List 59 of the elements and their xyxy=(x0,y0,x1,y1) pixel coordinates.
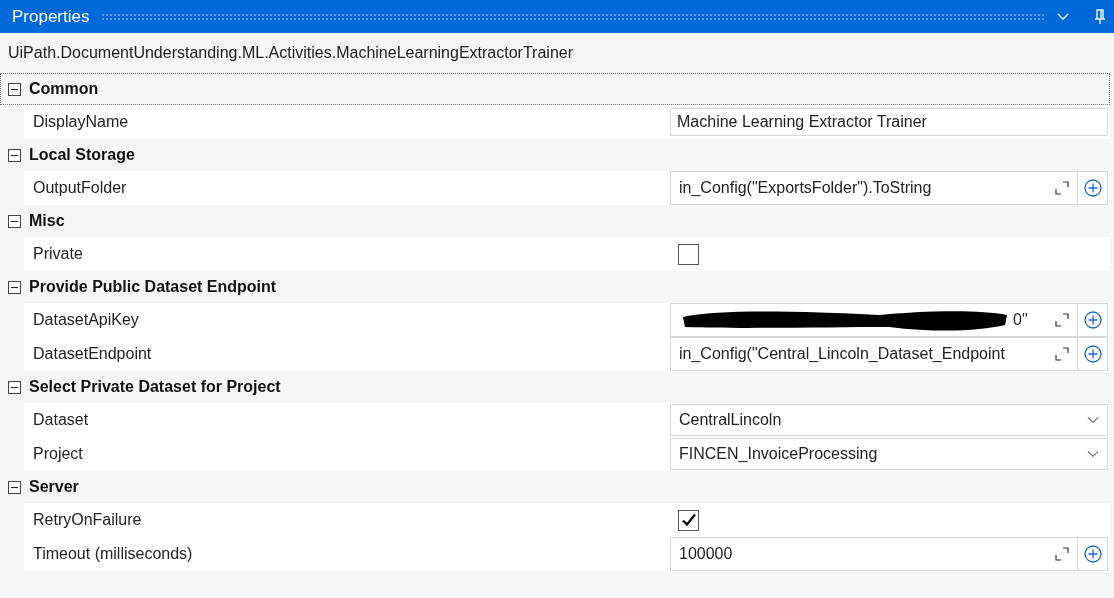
add-button[interactable] xyxy=(1078,337,1108,371)
plus-circle-icon xyxy=(1083,179,1102,197)
property-name: DatasetApiKey xyxy=(32,310,140,330)
dropdown[interactable]: FINCEN_InvoiceProcessing xyxy=(670,438,1108,470)
expression-field[interactable]: 100000 xyxy=(670,537,1078,571)
minus-box-icon[interactable] xyxy=(8,214,21,228)
field-value: in_Config("Central_Lincoln_Dataset_Endpoint xyxy=(679,344,1005,364)
property-name: Timeout (milliseconds) xyxy=(32,544,194,564)
category-header[interactable]: Local Storage xyxy=(0,139,1110,171)
expression-field[interactable]: 0" xyxy=(670,303,1078,337)
category-header[interactable]: Provide Public Dataset Endpoint xyxy=(0,271,1110,303)
expression-field[interactable]: in_Config("Central_Lincoln_Dataset_Endpoint xyxy=(670,337,1078,371)
checkbox[interactable] xyxy=(678,243,699,265)
expression-field[interactable]: in_Config("ExportsFolder").ToString xyxy=(670,171,1078,205)
field-value: 100000 xyxy=(679,544,733,564)
minus-box-icon[interactable] xyxy=(8,82,21,96)
minus-box-icon[interactable] xyxy=(8,380,21,394)
minus-box-icon[interactable] xyxy=(8,480,21,494)
category-title: Provide Public Dataset Endpoint xyxy=(29,277,277,297)
field-value: 0" xyxy=(1013,310,1028,330)
category-title: Select Private Dataset for Project xyxy=(29,377,281,397)
minus-box-icon[interactable] xyxy=(8,280,21,294)
field-value: in_Config("ExportsFolder").ToString xyxy=(679,178,932,198)
plus-circle-icon xyxy=(1083,545,1102,563)
add-button[interactable] xyxy=(1078,303,1108,337)
expand-icon[interactable] xyxy=(1055,313,1069,327)
pin-icon[interactable] xyxy=(1094,8,1106,25)
chevron-down-icon xyxy=(1087,416,1099,424)
plus-circle-icon xyxy=(1083,311,1102,329)
plus-circle-icon xyxy=(1083,345,1102,363)
property-name: DatasetEndpoint xyxy=(32,344,153,364)
property-name: Private xyxy=(32,244,84,264)
checkbox[interactable] xyxy=(678,509,699,531)
category-header[interactable]: Misc xyxy=(0,205,1110,237)
expand-icon[interactable] xyxy=(1055,181,1069,195)
dropdown[interactable]: CentralLincoln xyxy=(670,404,1108,436)
add-button[interactable] xyxy=(1078,171,1108,205)
minus-box-icon[interactable] xyxy=(8,148,21,162)
text-field[interactable]: Machine Learning Extractor Trainer xyxy=(670,108,1108,136)
window-title: Properties xyxy=(12,5,90,28)
check-icon xyxy=(680,512,697,528)
category-header[interactable]: Select Private Dataset for Project xyxy=(0,371,1110,403)
expand-icon[interactable] xyxy=(1055,347,1069,361)
category-title: Misc xyxy=(29,211,65,231)
property-name: DisplayName xyxy=(32,112,130,132)
property-name: RetryOnFailure xyxy=(32,510,143,530)
category-title: Server xyxy=(29,477,79,497)
expand-icon[interactable] xyxy=(1055,547,1069,561)
property-name: Project xyxy=(32,444,84,464)
category-title: Local Storage xyxy=(29,145,135,165)
category-title: Common xyxy=(29,79,99,99)
add-button[interactable] xyxy=(1078,537,1108,571)
chevron-down-icon[interactable] xyxy=(1056,11,1070,22)
category-header[interactable]: Common xyxy=(0,73,1110,105)
property-name: Dataset xyxy=(32,410,90,430)
property-name: OutputFolder xyxy=(32,178,128,198)
chevron-down-icon xyxy=(1087,450,1099,458)
type-name: UiPath.DocumentUnderstanding.ML.Activities.MachineLearningExtractorTrainer xyxy=(8,43,573,63)
category-header[interactable]: Server xyxy=(0,471,1110,503)
